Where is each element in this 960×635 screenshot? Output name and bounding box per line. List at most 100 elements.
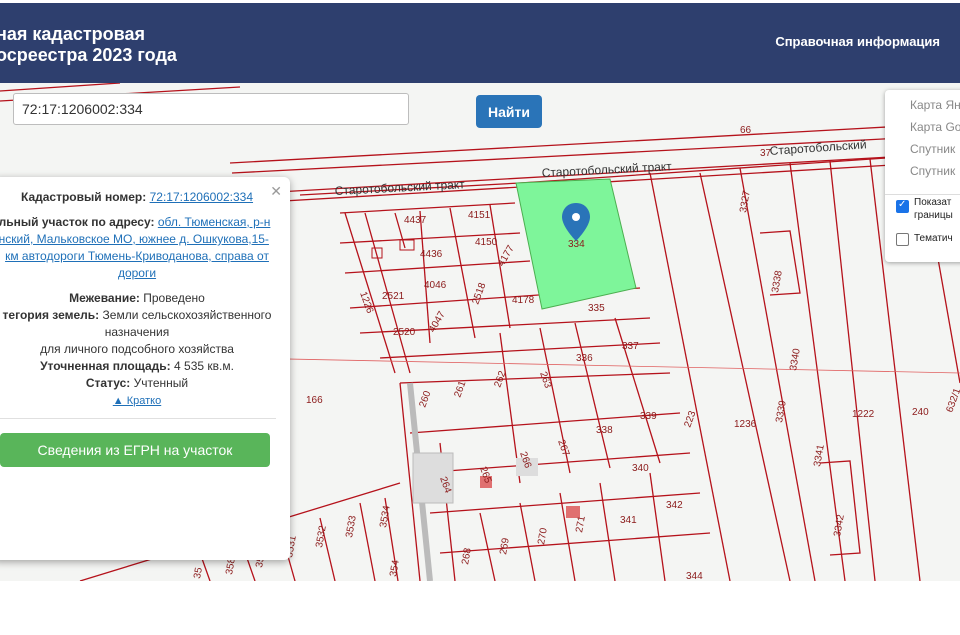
parcel-number-label: 3340 xyxy=(788,347,803,371)
collapse-link-row: ▲ Кратко xyxy=(0,393,282,410)
borders-label-line-2: границы xyxy=(914,210,953,221)
layer-option[interactable]: Карта Go xyxy=(910,120,960,134)
parcel-number-label: 336 xyxy=(576,353,593,364)
title-line-1: ная кадастровая xyxy=(0,24,146,44)
parcel-number-label: 3533 xyxy=(344,514,359,538)
parcel-number-label: 261 xyxy=(452,379,468,399)
parcel-number-label: 2518 xyxy=(470,281,488,306)
parcel-number-label: 339 xyxy=(640,411,657,422)
borders-checkbox[interactable] xyxy=(896,199,909,213)
title-line-2: осреестра 2023 года xyxy=(0,45,177,65)
reference-info-link[interactable]: Справочная информация xyxy=(775,34,940,49)
category-row: тегория земель: Земли сельскохозяйственн… xyxy=(0,307,282,324)
status-row: Статус: Учтенный xyxy=(0,375,282,392)
cad-number-row: Кадастровый номер: 72:17:1206002:334 xyxy=(0,189,282,206)
parcel-number-label: 1236 xyxy=(734,419,757,430)
find-button[interactable]: Найти xyxy=(476,95,542,128)
parcel-number-label: 66 xyxy=(740,125,752,136)
parcel-number-label: 263 xyxy=(537,370,553,390)
parcel-info-popup: ✕ Кадастровый номер: 72:17:1206002:334 е… xyxy=(0,177,290,560)
category-label: тегория земель: xyxy=(2,308,100,322)
divider xyxy=(885,194,960,195)
address-link-1[interactable]: обл. Тюменская, р-н xyxy=(158,215,271,229)
parcel-number-label: 37 xyxy=(760,148,772,159)
category-value: Земли сельскохозяйственного xyxy=(102,308,272,322)
survey-value: Проведено xyxy=(143,291,205,305)
address-block: ельный участок по адресу: обл. Тюменская… xyxy=(0,214,282,231)
highlight-label: 334 xyxy=(568,239,585,250)
parcel-number-label: 166 xyxy=(306,395,323,406)
parcel-number-label: 3338 xyxy=(770,269,785,293)
parcel-number-label: 3342 xyxy=(832,513,847,537)
parcel-number-label: 335 xyxy=(588,303,605,314)
cadastral-map[interactable]: Старотобольский тракт Старотобольский тр… xyxy=(0,83,960,581)
parcel-number-label: 344 xyxy=(686,571,703,581)
parcel-number-label: 3327 xyxy=(738,189,753,213)
top-strip xyxy=(0,0,960,3)
parcel-number-label: 3534 xyxy=(378,504,393,528)
cad-number-link[interactable]: 72:17:1206002:334 xyxy=(150,190,253,204)
address-link-2[interactable]: енский, Мальковское МО, южнее д. Ошкуков… xyxy=(0,232,269,246)
road-label-1: Старотобольский тракт xyxy=(334,177,465,198)
survey-row: Межевание: Проведено xyxy=(0,290,282,307)
borders-label: Показат границы xyxy=(914,196,953,222)
parcel-number-label: 270 xyxy=(536,527,550,546)
parcel-number-label: 3339 xyxy=(774,399,789,423)
parcel-number-label: 354 xyxy=(388,559,402,578)
parcel-number-label: 1222 xyxy=(852,409,875,420)
parcel-number-label: 632/1 xyxy=(944,386,960,414)
parcel-number-label: 4437 xyxy=(404,215,427,226)
address-line-3: км автодороги Тюмень-Криводанова, справа… xyxy=(0,248,282,265)
parcel-number-label: 4177 xyxy=(496,243,517,268)
parcel-number-label: 269 xyxy=(498,537,512,556)
thematic-checkbox[interactable] xyxy=(896,233,909,246)
parcel-number-label: 240 xyxy=(912,407,929,418)
parcel-number-label: 3341 xyxy=(812,443,827,467)
parcel-number-label: 4178 xyxy=(512,295,535,306)
parcel-number-label: 35 xyxy=(192,566,205,579)
parcel-number-label: 2521 xyxy=(382,291,405,302)
parcel-number-label: 4151 xyxy=(468,210,491,221)
page-title: ная кадастровая осреестра 2023 года xyxy=(0,24,177,66)
layer-option[interactable]: Спутник xyxy=(910,164,955,178)
area-row: Уточненная площадь: 4 535 кв.м. xyxy=(0,358,282,375)
address-line-4: дороги xyxy=(0,265,282,282)
search-input[interactable] xyxy=(13,93,409,125)
area-value: 4 535 кв.м. xyxy=(174,359,234,373)
address-label: ельный участок по адресу: xyxy=(0,215,155,229)
parcel-number-label: 340 xyxy=(632,463,649,474)
survey-label: Межевание: xyxy=(69,291,140,305)
address-link-3[interactable]: км автодороги Тюмень-Криводанова, справа… xyxy=(5,249,269,263)
road-label-3: Старотобольский xyxy=(769,137,867,158)
address-line-2: енский, Мальковское МО, южнее д. Ошкуков… xyxy=(0,231,282,248)
layer-option[interactable]: Карта Ян xyxy=(910,98,960,112)
parcel-number-label: 338 xyxy=(596,425,613,436)
egrn-button[interactable]: Сведения из ЕГРН на участок xyxy=(0,433,270,467)
status-value: Учтенный xyxy=(133,376,189,390)
layers-panel: Карта Ян Карта Go Спутник Спутник Показа… xyxy=(885,90,960,262)
header: ная кадастровая осреестра 2023 года Спра… xyxy=(0,0,960,83)
parcel-number-label: 271 xyxy=(574,515,588,534)
parcel-number-label: 337 xyxy=(622,341,639,352)
thematic-label: Тематич xyxy=(914,233,953,244)
parcel-number-label: 260 xyxy=(417,389,433,409)
parcel-number-label: 1226 xyxy=(357,290,375,315)
parcel-number-label: 4436 xyxy=(420,249,443,260)
parcel-number-label: 268 xyxy=(460,547,474,566)
category-row-2: назначения xyxy=(104,325,170,339)
parcel-number-label: 341 xyxy=(620,515,637,526)
collapse-link[interactable]: ▲ Кратко xyxy=(113,395,161,407)
parcel-number-label: 2520 xyxy=(393,327,416,338)
land-use: для личного подсобного хозяйства xyxy=(40,342,234,356)
status-label: Статус: xyxy=(85,376,131,390)
parcel-number-label: 4047 xyxy=(427,309,448,334)
parcel-number-label: 4150 xyxy=(475,237,498,248)
divider xyxy=(0,418,276,419)
parcel-number-label: 342 xyxy=(666,500,683,511)
address-link-4[interactable]: дороги xyxy=(118,266,156,280)
parcel-number-label: 4046 xyxy=(424,280,447,291)
layer-option[interactable]: Спутник xyxy=(910,142,955,156)
area-label: Уточненная площадь: xyxy=(40,359,171,373)
borders-label-line-1: Показат xyxy=(914,197,952,208)
cad-number-label: Кадастровый номер: xyxy=(20,190,147,204)
